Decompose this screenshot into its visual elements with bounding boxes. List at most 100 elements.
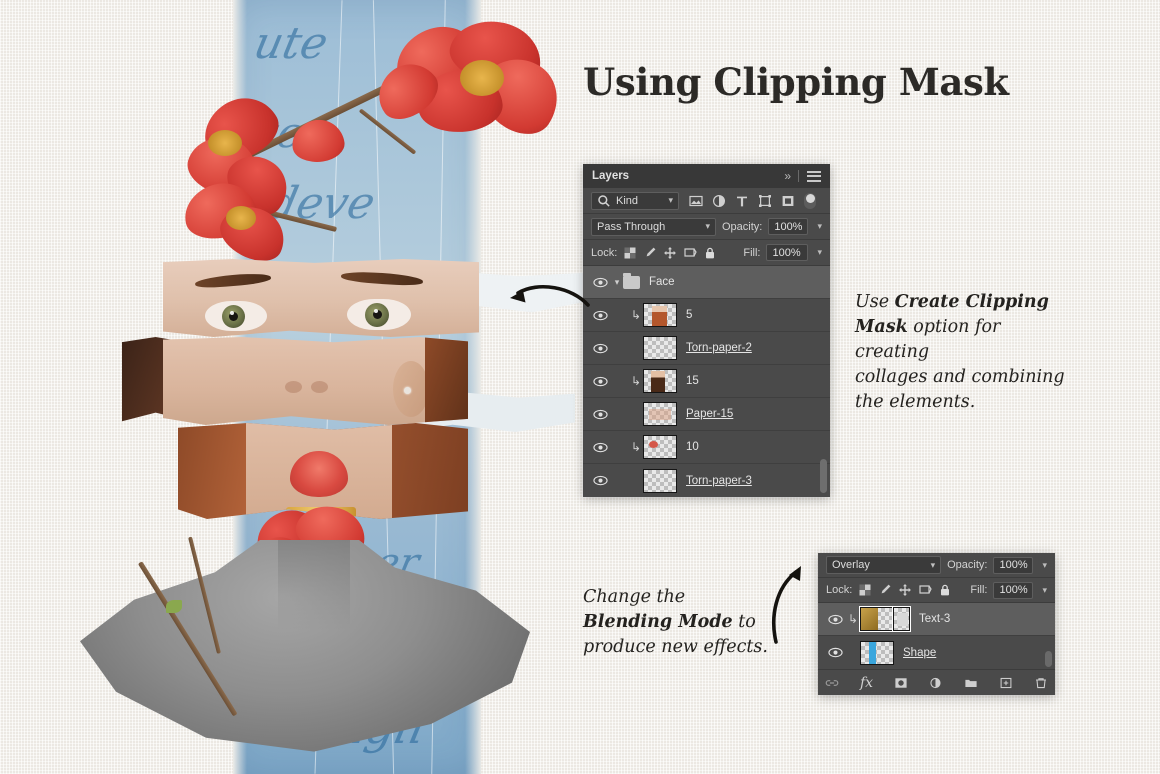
blend-mode-row: Overlay ▾ Opacity: 100% ▾ xyxy=(818,553,1055,578)
chevron-double-right-icon[interactable]: » xyxy=(784,169,791,183)
layer-thumbnail[interactable] xyxy=(643,336,677,360)
blend-mode-value: Pass Through xyxy=(597,220,666,233)
layer-name[interactable]: Torn-paper-2 xyxy=(686,342,752,354)
panel-menu-icon[interactable] xyxy=(807,170,821,182)
layer-thumbnail[interactable] xyxy=(643,303,677,327)
lock-all-icon[interactable] xyxy=(938,583,952,597)
layers-panel[interactable]: Layers » Kind ▾ Pass Through ▾ Opacity: … xyxy=(583,164,830,497)
lock-all-icon[interactable] xyxy=(703,246,717,260)
layer-name[interactable]: Shape xyxy=(903,647,936,659)
visibility-eye-icon[interactable] xyxy=(589,475,611,486)
layer-thumbnail[interactable] xyxy=(859,606,895,632)
delete-layer-icon[interactable] xyxy=(1034,676,1048,690)
lock-image-icon[interactable] xyxy=(878,583,892,597)
fill-label: Fill: xyxy=(743,246,761,259)
filter-toggle-icon[interactable] xyxy=(804,192,816,209)
lock-label: Lock: xyxy=(591,246,618,259)
blending-mode-panel[interactable]: Overlay ▾ Opacity: 100% ▾ Lock: Fill: 10… xyxy=(818,553,1055,695)
flower-branch-cluster xyxy=(180,8,580,278)
shape-filter-icon[interactable] xyxy=(758,194,772,208)
chevron-down-icon[interactable]: ▾ xyxy=(923,560,936,571)
lock-transparency-icon[interactable] xyxy=(858,583,872,597)
layer-name[interactable]: Paper-15 xyxy=(686,408,733,420)
layer-name[interactable]: 15 xyxy=(686,375,699,387)
layer-row-10[interactable]: ↳ 10 xyxy=(583,431,830,464)
visibility-eye-icon[interactable] xyxy=(824,614,846,625)
layer-name[interactable]: Text-3 xyxy=(919,613,950,625)
adjustment-layer-icon[interactable] xyxy=(929,676,943,690)
layer-row-paper-15[interactable]: Paper-15 xyxy=(583,398,830,431)
lock-transparency-icon[interactable] xyxy=(623,246,637,260)
chevron-down-icon[interactable]: ▾ xyxy=(817,221,822,232)
group-expand-chevron-icon[interactable]: ▾ xyxy=(611,277,623,288)
blend-mode-select[interactable]: Overlay ▾ xyxy=(826,556,942,574)
filter-kind-label: Kind xyxy=(616,194,639,207)
adjustment-filter-icon[interactable] xyxy=(712,194,726,208)
layer-mask-thumbnail[interactable] xyxy=(892,606,911,632)
lock-artboard-icon[interactable] xyxy=(918,583,932,597)
layers-filter-row: Kind ▾ xyxy=(583,188,830,214)
left-eye xyxy=(205,301,267,331)
layer-list-scrollbar[interactable] xyxy=(820,459,827,493)
image-filter-icon[interactable] xyxy=(689,194,703,208)
link-layers-icon[interactable] xyxy=(825,676,839,690)
visibility-eye-icon[interactable] xyxy=(589,442,611,453)
layer-thumbnail[interactable] xyxy=(643,468,677,493)
type-filter-icon[interactable] xyxy=(735,194,749,208)
layer-name[interactable]: Torn-paper-3 xyxy=(686,475,752,487)
chevron-down-icon[interactable]: ▾ xyxy=(1042,585,1047,596)
face-strip-nose xyxy=(163,337,468,425)
fill-value[interactable]: 100% xyxy=(993,581,1034,599)
note-text-plain: collages and combining xyxy=(855,367,1065,387)
opacity-label: Opacity: xyxy=(947,559,988,571)
new-group-icon[interactable] xyxy=(964,676,978,690)
note-text-plain: the elements. xyxy=(855,392,976,412)
fill-value[interactable]: 100% xyxy=(766,244,809,261)
layer-name[interactable]: Face xyxy=(649,276,675,288)
layer-row-torn-paper-2[interactable]: Torn-paper-2 xyxy=(583,332,830,365)
layer-thumbnail[interactable] xyxy=(643,402,677,426)
layer-name[interactable]: 10 xyxy=(686,441,699,453)
layer-row-15[interactable]: ↳ 15 xyxy=(583,365,830,398)
blend-mode-row: Pass Through ▾ Opacity: 100% ▾ xyxy=(583,214,830,240)
clipping-mask-icon: ↳ xyxy=(630,308,642,322)
filter-kind-select[interactable]: Kind ▾ xyxy=(591,191,679,210)
layer-thumbnail[interactable] xyxy=(643,435,677,459)
chevron-down-icon[interactable]: ▾ xyxy=(1042,560,1047,571)
visibility-eye-icon[interactable] xyxy=(589,376,611,387)
layer-thumbnail[interactable] xyxy=(860,640,894,665)
layer-name[interactable]: 5 xyxy=(686,309,692,321)
layer-row-5[interactable]: ↳ 5 xyxy=(583,299,830,332)
note-text-plain: Use xyxy=(855,292,895,312)
clipping-mask-icon: ↳ xyxy=(630,440,642,454)
lock-row: Lock: Fill: 100% ▾ xyxy=(583,240,830,266)
note-text-bold: Blending Mode xyxy=(583,612,733,632)
visibility-eye-icon[interactable] xyxy=(824,647,846,658)
blend-mode-select[interactable]: Pass Through ▾ xyxy=(591,217,716,236)
lock-image-icon[interactable] xyxy=(643,246,657,260)
leaf-bud xyxy=(166,600,182,613)
lock-position-icon[interactable] xyxy=(898,583,912,597)
tab-layers[interactable]: Layers xyxy=(592,170,629,182)
smartobject-filter-icon[interactable] xyxy=(781,194,795,208)
opacity-value[interactable]: 100% xyxy=(768,218,809,235)
layer-thumbnail[interactable] xyxy=(643,369,677,393)
layer-row-torn-paper-3[interactable]: Torn-paper-3 xyxy=(583,464,830,497)
opacity-value[interactable]: 100% xyxy=(993,556,1034,574)
layer-row-text-3[interactable]: ↳ Text-3 xyxy=(818,603,1055,636)
visibility-eye-icon[interactable] xyxy=(589,409,611,420)
new-layer-icon[interactable] xyxy=(999,676,1013,690)
layer-row-shape[interactable]: Shape xyxy=(818,636,1055,669)
add-mask-icon[interactable] xyxy=(894,676,908,690)
lock-label: Lock: xyxy=(826,584,853,596)
chevron-down-icon[interactable]: ▾ xyxy=(817,247,822,258)
layer-row-face[interactable]: ▾ Face xyxy=(583,266,830,299)
lock-artboard-icon[interactable] xyxy=(683,246,697,260)
chevron-down-icon[interactable]: ▾ xyxy=(697,221,710,232)
layer-list-scrollbar[interactable] xyxy=(1045,651,1052,667)
layer-style-fx-icon[interactable]: fx xyxy=(860,675,873,691)
lock-position-icon[interactable] xyxy=(663,246,677,260)
chevron-down-icon[interactable]: ▾ xyxy=(660,195,673,206)
note-text-plain: to xyxy=(732,612,756,632)
visibility-eye-icon[interactable] xyxy=(589,343,611,354)
